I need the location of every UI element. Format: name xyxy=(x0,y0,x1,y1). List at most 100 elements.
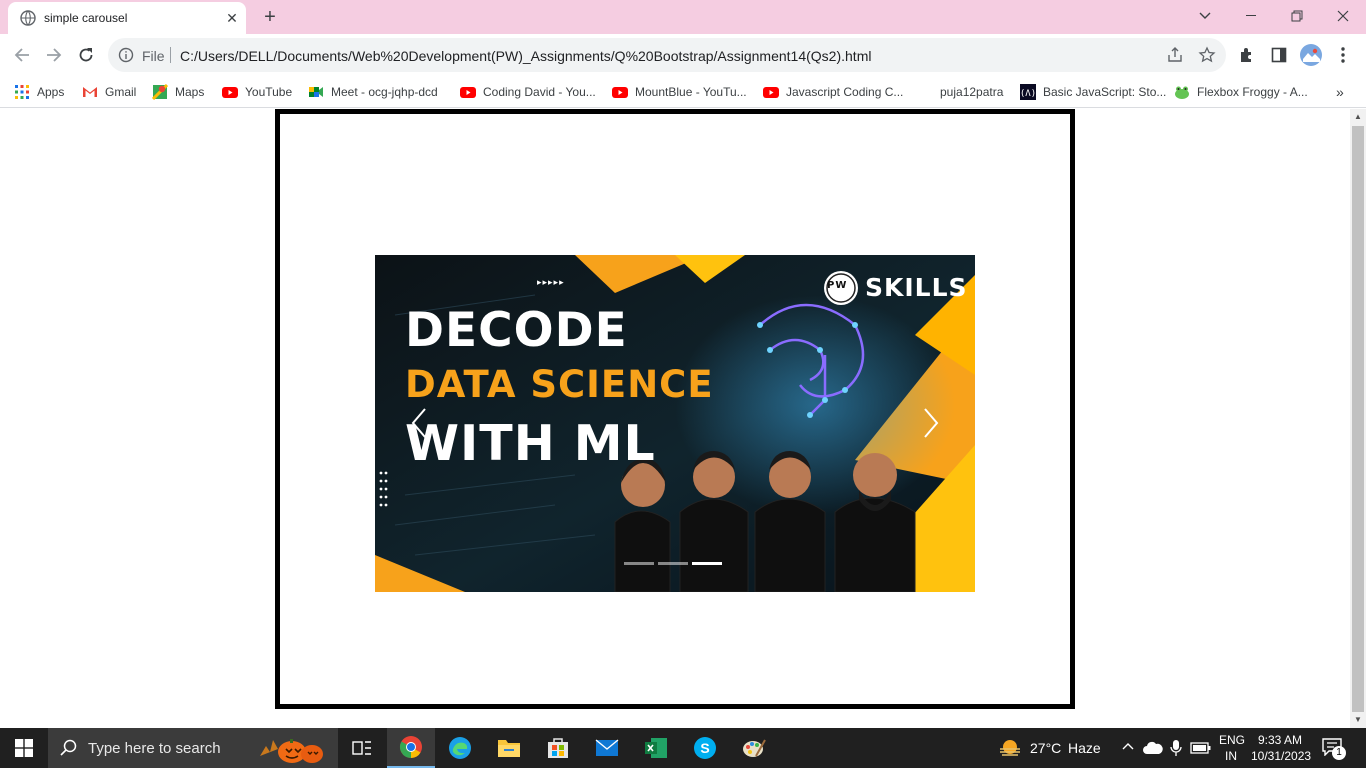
start-button[interactable] xyxy=(0,728,48,768)
weather-haze-icon[interactable] xyxy=(998,738,1022,758)
excel-icon xyxy=(645,738,667,758)
scroll-down-arrow-icon[interactable]: ▼ xyxy=(1350,712,1366,728)
restore-button[interactable] xyxy=(1274,0,1320,32)
frog-icon xyxy=(1175,86,1189,99)
omnibox-divider xyxy=(170,47,171,63)
taskbar-chrome[interactable] xyxy=(387,728,435,768)
youtube-icon xyxy=(460,87,476,98)
task-view-button[interactable] xyxy=(338,728,386,768)
bookmark-label: puja12patra xyxy=(940,85,1004,99)
close-window-button[interactable] xyxy=(1320,0,1366,32)
bookmark-basic-javascript[interactable]: (Λ) Basic JavaScript: Sto... xyxy=(1020,82,1166,102)
freecodecamp-icon: (Λ) xyxy=(1020,84,1036,100)
bookmark-star-icon[interactable] xyxy=(1198,46,1216,64)
scheme-label: File xyxy=(142,48,165,64)
forward-arrow-icon xyxy=(47,48,62,62)
microphone-icon[interactable] xyxy=(1170,739,1182,757)
chevron-left-icon xyxy=(411,408,426,438)
skills-brand: SKILLS xyxy=(865,273,968,302)
carousel-indicator-3[interactable] xyxy=(692,562,722,565)
bookmark-gmail[interactable]: Gmail xyxy=(82,82,136,102)
show-hidden-icons-chevron-icon[interactable] xyxy=(1122,742,1134,750)
vertical-scrollbar[interactable]: ▲ ▼ xyxy=(1350,109,1366,728)
taskbar-edge[interactable] xyxy=(436,728,484,768)
extensions-icon[interactable] xyxy=(1236,44,1258,66)
forward-button[interactable] xyxy=(40,41,68,69)
bookmark-apps[interactable]: Apps xyxy=(14,82,64,102)
battery-icon[interactable] xyxy=(1190,741,1212,755)
slide-headline-data-science: DATA SCIENCE xyxy=(405,363,714,406)
bookmark-youtube[interactable]: YouTube xyxy=(222,82,292,102)
halloween-pumpkins-icon xyxy=(260,739,323,763)
more-bookmarks-button[interactable]: » xyxy=(1336,84,1344,100)
minimize-button[interactable] xyxy=(1228,0,1274,32)
clock-date[interactable]: 10/31/2023 xyxy=(1251,749,1311,763)
bookmark-meet[interactable]: Meet - ocg-jqhp-dcd xyxy=(308,82,438,102)
windows-taskbar: Type here to search S 27°C Haze ENG IN 9… xyxy=(0,728,1366,768)
taskbar-store[interactable] xyxy=(534,728,582,768)
info-icon[interactable] xyxy=(118,47,134,63)
bookmark-mountblue[interactable]: MountBlue - YouTu... xyxy=(612,82,747,102)
bookmark-coding-david[interactable]: Coding David - You... xyxy=(460,82,596,102)
language-region[interactable]: IN xyxy=(1225,749,1237,763)
address-bar[interactable]: File C:/Users/DELL/Documents/Web%20Devel… xyxy=(108,38,1226,72)
tab-strip: simple carousel ✕ + xyxy=(0,0,1366,34)
carousel-indicator-1[interactable] xyxy=(624,562,654,565)
bookmark-puja12patra[interactable]: puja12patra xyxy=(940,82,1003,102)
carousel-indicators xyxy=(624,562,722,565)
notification-center-button[interactable]: 1 xyxy=(1322,738,1348,760)
reload-button[interactable] xyxy=(72,41,100,69)
profile-avatar[interactable] xyxy=(1300,44,1322,66)
taskbar-paint[interactable] xyxy=(730,728,778,768)
taskbar-mail[interactable] xyxy=(583,728,631,768)
onedrive-cloud-icon[interactable] xyxy=(1143,741,1163,755)
clock-time[interactable]: 9:33 AM xyxy=(1258,733,1302,747)
url-text[interactable]: C:/Users/DELL/Documents/Web%20Developmen… xyxy=(180,48,871,64)
taskbar-search-box[interactable]: Type here to search xyxy=(48,728,338,768)
edge-icon xyxy=(449,737,471,759)
side-panel-icon[interactable] xyxy=(1268,44,1290,66)
search-icon xyxy=(60,739,77,756)
taskbar-excel[interactable] xyxy=(632,728,680,768)
weather-temperature[interactable]: 27°C xyxy=(1030,740,1061,756)
search-placeholder: Type here to search xyxy=(88,740,221,757)
new-tab-button[interactable]: + xyxy=(258,5,282,29)
slide-arrows-marker: ▸▸▸▸▸ xyxy=(537,278,565,288)
back-button[interactable] xyxy=(8,41,36,69)
bookmark-maps[interactable]: Maps xyxy=(152,82,204,102)
skype-icon: S xyxy=(694,737,716,759)
carousel-indicator-2[interactable] xyxy=(658,562,688,565)
svg-text:S: S xyxy=(700,740,709,756)
scroll-up-arrow-icon[interactable]: ▲ xyxy=(1350,109,1366,125)
bookmark-label: Javascript Coding C... xyxy=(786,85,904,99)
scroll-thumb[interactable] xyxy=(1352,126,1364,712)
pw-badge: PW xyxy=(827,280,848,291)
tab-search-chevron-icon[interactable] xyxy=(1182,0,1228,32)
page-viewport: ▸▸▸▸▸ PW SKILLS DECODE DATA SCIENCE WITH… xyxy=(0,109,1350,728)
paint-palette-icon xyxy=(743,739,766,757)
taskbar-file-explorer[interactable] xyxy=(485,728,533,768)
bookmarks-bar: Apps Gmail Maps YouTube Meet - ocg-jqhp-… xyxy=(0,76,1366,108)
svg-text:(Λ): (Λ) xyxy=(1020,89,1036,99)
browser-tab[interactable]: simple carousel ✕ xyxy=(8,2,246,34)
bookmark-label: Maps xyxy=(175,85,205,99)
globe-icon xyxy=(20,10,36,26)
maps-icon xyxy=(152,84,168,100)
carousel-next-button[interactable] xyxy=(901,395,961,451)
meet-icon xyxy=(309,87,323,97)
bookmark-flexbox-froggy[interactable]: Flexbox Froggy - A... xyxy=(1174,82,1308,102)
menu-kebab-icon[interactable] xyxy=(1332,44,1354,66)
bookmark-label: MountBlue - YouTu... xyxy=(635,85,747,99)
tab-close-icon[interactable]: ✕ xyxy=(222,8,242,28)
share-icon[interactable] xyxy=(1166,46,1184,64)
chrome-icon xyxy=(400,736,422,758)
notification-count-badge: 1 xyxy=(1332,746,1346,760)
reload-icon xyxy=(79,48,93,62)
taskbar-skype[interactable]: S xyxy=(681,728,729,768)
bookmark-javascript-coding[interactable]: Javascript Coding C... xyxy=(763,82,903,102)
carousel-prev-button[interactable] xyxy=(389,395,449,451)
language-code[interactable]: ENG xyxy=(1219,733,1245,747)
bookmark-label: Meet - ocg-jqhp-dcd xyxy=(331,85,438,99)
weather-condition[interactable]: Haze xyxy=(1068,740,1101,756)
bookmark-label: YouTube xyxy=(245,85,293,99)
